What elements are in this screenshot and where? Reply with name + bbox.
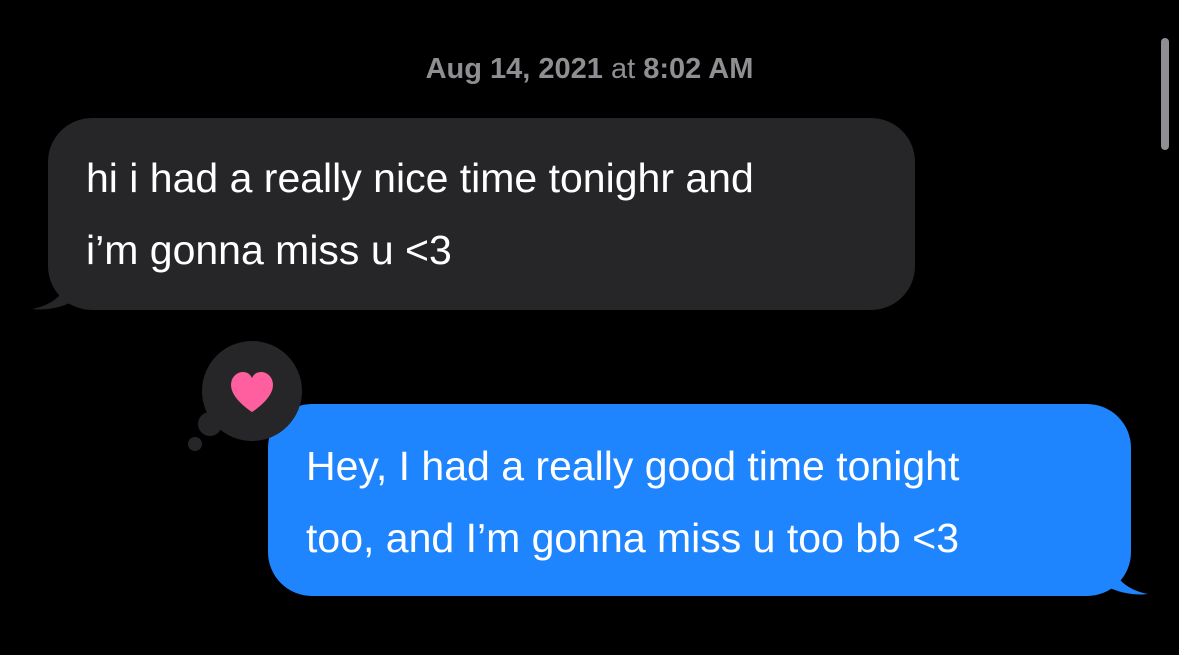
message-text-line: too, and I’m gonna miss u too bb <3 — [306, 515, 959, 561]
sent-message-bubble[interactable]: Hey, I had a really good time tonight to… — [268, 404, 1131, 596]
message-text-line: Hey, I had a really good time tonight — [306, 443, 960, 489]
heart-icon — [231, 372, 273, 412]
timestamp-date: Aug 14, 2021 — [425, 53, 603, 85]
message-timestamp: Aug 14, 2021 at 8:02 AM — [0, 53, 1179, 86]
message-text-line: i’m gonna miss u <3 — [86, 227, 452, 273]
timestamp-at: at — [611, 53, 636, 85]
received-message-bubble[interactable]: hi i had a really nice time tonighr and … — [48, 118, 915, 310]
timestamp-time: 8:02 AM — [643, 53, 754, 85]
scrollbar[interactable] — [1161, 38, 1169, 150]
message-text-line: hi i had a really nice time tonighr and — [86, 155, 754, 201]
tapback-tail-dot — [188, 437, 202, 451]
